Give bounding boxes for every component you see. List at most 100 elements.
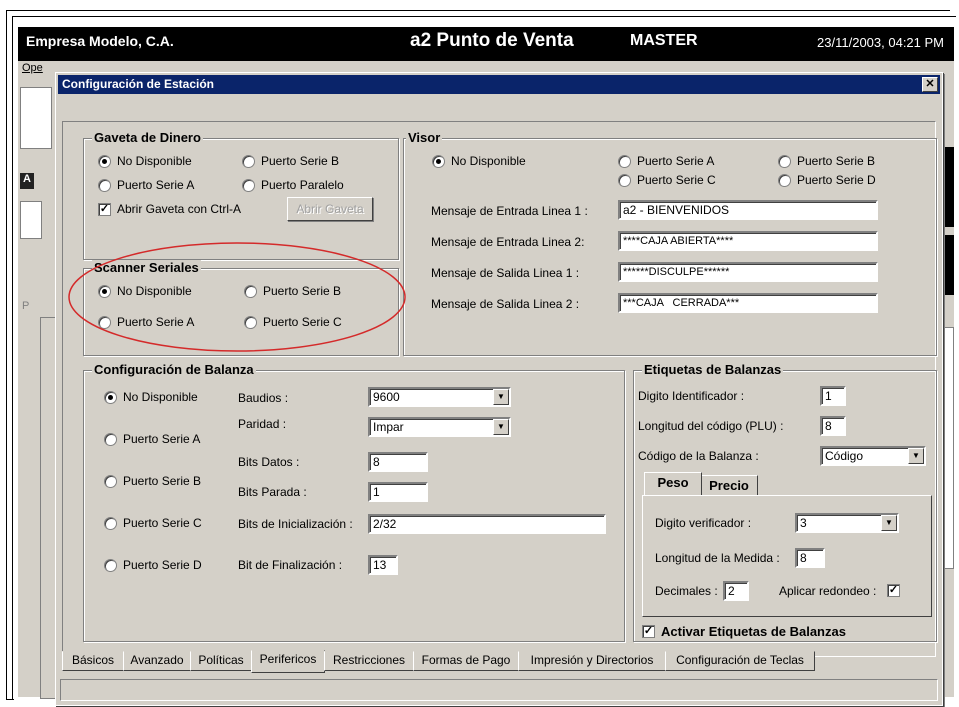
- menu-item-operaciones[interactable]: Ope: [22, 62, 43, 74]
- gaveta-radio-serie-a[interactable]: Puerto Serie A: [98, 177, 194, 193]
- aplicar-redondeo-checkbox[interactable]: ✓: [887, 584, 906, 597]
- annotation-ellipse: [68, 242, 406, 352]
- longitud-medida-field[interactable]: 8: [795, 548, 825, 568]
- entrada-linea-1-field[interactable]: a2 - BIENVENIDOS: [618, 200, 878, 220]
- digito-identificador-field[interactable]: 1: [820, 386, 846, 406]
- balanza-title: Configuración de Balanza: [92, 362, 256, 377]
- gaveta-radio-paralelo[interactable]: Puerto Paralelo: [242, 177, 344, 193]
- radio-selected-icon: [98, 154, 111, 168]
- datetime-label: 23/11/2003, 04:21 PM: [817, 35, 944, 50]
- edition-label: MASTER: [630, 32, 698, 49]
- balanza-group: Configuración de Balanza No Disponible P…: [83, 362, 625, 642]
- tab-impresion-directorios[interactable]: Impresión y Directorios: [518, 651, 666, 671]
- activar-etiquetas-checkbox[interactable]: ✓ Activar Etiquetas de Balanzas: [642, 624, 846, 639]
- bits-parada-field[interactable]: 1: [368, 482, 428, 502]
- gaveta-radio-no-disponible[interactable]: No Disponible: [98, 153, 192, 169]
- gaveta-radio-serie-b[interactable]: Puerto Serie B: [242, 153, 339, 169]
- balanza-radio-serie-d[interactable]: Puerto Serie D: [104, 557, 202, 573]
- company-name: Empresa Modelo, C.A.: [26, 33, 174, 49]
- bits-datos-field[interactable]: 8: [368, 452, 428, 472]
- salida-linea-2-field[interactable]: ***CAJA CERRADA***: [618, 293, 878, 313]
- baudios-label: Baudios :: [238, 391, 289, 405]
- radio-icon: [98, 178, 111, 192]
- background-fragment: P: [22, 300, 30, 312]
- balanza-radio-serie-b[interactable]: Puerto Serie B: [104, 473, 201, 489]
- bits-inicializacion-field[interactable]: 2/32: [368, 514, 606, 534]
- radio-icon: [104, 474, 117, 488]
- visor-group: Visor No Disponible Puerto Serie A Puert…: [403, 130, 937, 356]
- chevron-down-icon[interactable]: ▼: [493, 389, 509, 405]
- entrada-linea-1-label: Mensaje de Entrada Linea 1 :: [431, 204, 588, 218]
- decimales-field[interactable]: 2: [723, 581, 749, 601]
- radio-icon: [104, 558, 117, 572]
- aplicar-redondeo-label: Aplicar redondeo :: [779, 584, 877, 598]
- visor-radio-serie-b[interactable]: Puerto Serie B: [778, 153, 875, 169]
- select-value: 9600: [373, 390, 400, 404]
- digito-verificador-select[interactable]: 3 ▼: [795, 513, 899, 533]
- chevron-down-icon[interactable]: ▼: [493, 419, 509, 435]
- app-header: Empresa Modelo, C.A. a2 Punto de Venta M…: [18, 27, 954, 61]
- checkbox-checked-icon: ✓: [98, 202, 111, 216]
- longitud-medida-label: Longitud de la Medida :: [655, 551, 780, 565]
- close-icon: ✕: [925, 78, 935, 90]
- close-button[interactable]: ✕: [922, 77, 938, 92]
- etiquetas-title: Etiquetas de Balanzas: [642, 362, 784, 377]
- dialog-titlebar[interactable]: Configuración de Estación ✕: [58, 75, 940, 94]
- bit-finalizacion-field[interactable]: 13: [368, 555, 398, 575]
- codigo-balanza-select[interactable]: Código ▼: [820, 446, 926, 466]
- tab-page-perifericos: Gaveta de Dinero No Disponible Puerto Se…: [62, 121, 937, 657]
- chevron-down-icon[interactable]: ▼: [881, 515, 897, 531]
- checkbox-label: Activar Etiquetas de Balanzas: [661, 624, 846, 639]
- baudios-select[interactable]: 9600 ▼: [368, 387, 511, 407]
- tab-precio[interactable]: Precio: [700, 475, 758, 496]
- digito-identificador-label: Digito Identificador :: [638, 389, 745, 403]
- tab-configuracion-teclas[interactable]: Configuración de Teclas: [665, 651, 815, 671]
- chevron-down-icon[interactable]: ▼: [908, 448, 924, 464]
- product-name: a2 Punto de Venta: [410, 30, 574, 51]
- checkbox-checked-icon: ✓: [642, 625, 655, 638]
- longitud-plu-field[interactable]: 8: [820, 416, 846, 436]
- salida-linea-2-label: Mensaje de Salida Linea 2 :: [431, 297, 580, 311]
- tab-restricciones[interactable]: Restricciones: [324, 651, 414, 671]
- radio-icon: [242, 154, 255, 168]
- tab-basicos[interactable]: Básicos: [62, 651, 124, 671]
- visor-radio-serie-d[interactable]: Puerto Serie D: [778, 172, 876, 188]
- longitud-plu-label: Longitud del código (PLU) :: [638, 419, 784, 433]
- radio-label: Puerto Serie A: [117, 178, 195, 192]
- entrada-linea-2-field[interactable]: ****CAJA ABIERTA****: [618, 231, 878, 251]
- visor-radio-serie-a[interactable]: Puerto Serie A: [618, 153, 714, 169]
- radio-label: Puerto Serie A: [637, 154, 715, 168]
- radio-label: Puerto Serie B: [123, 474, 202, 488]
- radio-icon: [242, 178, 255, 192]
- balanza-radio-serie-c[interactable]: Puerto Serie C: [104, 515, 202, 531]
- radio-label: No Disponible: [123, 390, 198, 404]
- tab-politicas[interactable]: Políticas: [190, 651, 252, 671]
- radio-icon: [104, 432, 117, 446]
- radio-label: Puerto Serie B: [261, 154, 340, 168]
- radio-icon: [778, 154, 791, 168]
- select-value: Código: [825, 449, 864, 463]
- tab-perifericos[interactable]: Perifericos: [251, 650, 325, 673]
- tab-avanzado[interactable]: Avanzado: [123, 651, 191, 671]
- decimales-label: Decimales :: [655, 584, 718, 598]
- radio-label: Puerto Paralelo: [261, 178, 344, 192]
- digito-verificador-label: Digito verificador :: [655, 516, 752, 530]
- radio-selected-icon: [104, 390, 117, 404]
- abrir-gaveta-button[interactable]: Abrir Gaveta: [287, 197, 373, 221]
- codigo-balanza-label: Código de la Balanza :: [638, 449, 759, 463]
- gaveta-ctrl-a-checkbox[interactable]: ✓ Abrir Gaveta con Ctrl-A: [98, 202, 241, 216]
- tab-peso[interactable]: Peso: [644, 472, 702, 495]
- checkbox-label: Abrir Gaveta con Ctrl-A: [117, 202, 242, 216]
- salida-linea-1-field[interactable]: ******DISCULPE******: [618, 262, 878, 282]
- visor-radio-serie-c[interactable]: Puerto Serie C: [618, 172, 716, 188]
- paridad-select[interactable]: Impar ▼: [368, 417, 511, 437]
- peso-tab-panel: Digito verificador : 3 ▼ Longitud de la M…: [642, 495, 932, 617]
- visor-radio-no-disponible[interactable]: No Disponible: [432, 153, 526, 169]
- radio-label: No Disponible: [117, 154, 192, 168]
- radio-icon: [104, 516, 117, 530]
- tab-formas-de-pago[interactable]: Formas de Pago: [413, 651, 519, 671]
- radio-label: Puerto Serie C: [637, 173, 716, 187]
- radio-label: Puerto Serie B: [797, 154, 876, 168]
- balanza-radio-serie-a[interactable]: Puerto Serie A: [104, 431, 200, 447]
- balanza-radio-no-disponible[interactable]: No Disponible: [104, 389, 198, 405]
